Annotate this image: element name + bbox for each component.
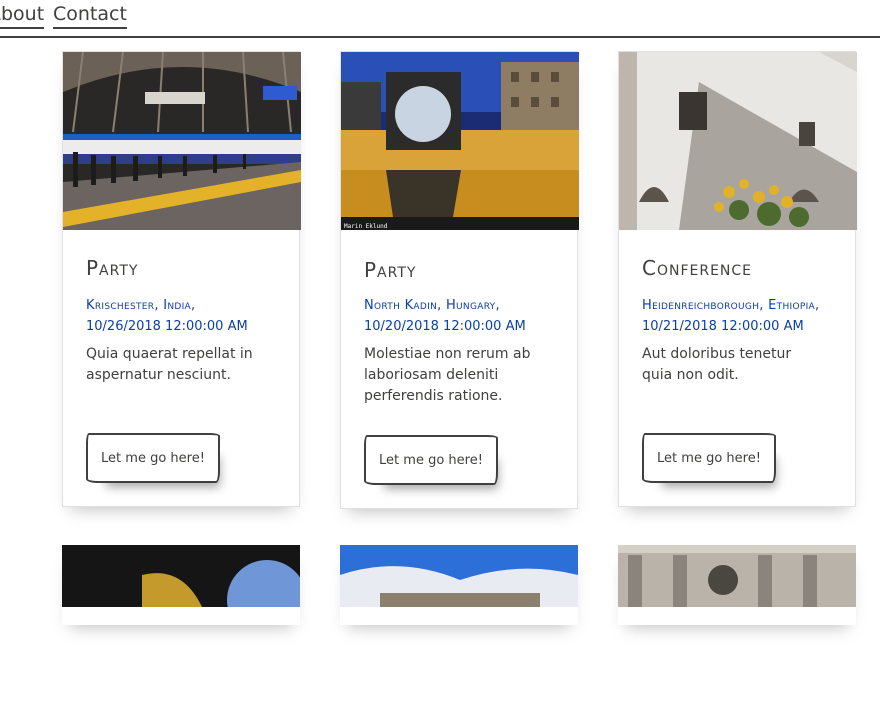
- event-photo-partial: [62, 545, 300, 723]
- event-location: Krischester, India,: [86, 298, 196, 313]
- event-date: 10/20/2018 12:00:00 AM: [364, 319, 526, 334]
- event-card-partial: [340, 545, 578, 625]
- event-description: Molestiae non rerum ab laboriosam deleni…: [364, 346, 531, 404]
- nav-about-link[interactable]: About: [0, 3, 45, 29]
- event-photo-courtyard-building: [619, 52, 857, 230]
- event-date: 10/26/2018 12:00:00 AM: [86, 319, 248, 334]
- let-me-go-button[interactable]: Let me go here!: [364, 435, 498, 485]
- event-card: Party Krischester, India, 10/26/2018 12:…: [62, 51, 301, 507]
- event-title: Party: [364, 258, 417, 282]
- event-photo-train-station: [63, 52, 301, 230]
- top-nav: About Contact: [0, 0, 880, 38]
- event-location: North Kadin, Hungary,: [364, 298, 500, 313]
- let-me-go-button[interactable]: Let me go here!: [86, 433, 220, 483]
- event-location-date: Krischester, India, 10/26/2018 12:00:00 …: [86, 295, 291, 337]
- event-description: Aut doloribus tenetur quia non odit.: [642, 346, 792, 383]
- let-me-go-button[interactable]: Let me go here!: [642, 433, 776, 483]
- event-card-partial: [62, 545, 300, 625]
- event-title: Conference: [642, 256, 753, 280]
- event-location-date: North Kadin, Hungary, 10/20/2018 12:00:0…: [364, 295, 569, 337]
- nav-contact-link[interactable]: Contact: [53, 3, 127, 29]
- photo-credit-text: Marin Eklund: [344, 223, 388, 230]
- event-card: Marin Eklund Party North Kadin, Hungary,…: [340, 51, 579, 509]
- event-title: Party: [86, 256, 139, 280]
- event-card-partial: [618, 545, 856, 625]
- event-date: 10/21/2018 12:00:00 AM: [642, 319, 804, 334]
- event-description: Quia quaerat repellat in aspernatur nesc…: [86, 346, 253, 383]
- event-photo-partial: [618, 545, 856, 723]
- event-location: Heidenreichborough, Ethiopia,: [642, 298, 820, 313]
- event-photo-partial: [340, 545, 578, 723]
- event-card: Conference Heidenreichborough, Ethiopia,…: [618, 51, 857, 507]
- event-location-date: Heidenreichborough, Ethiopia, 10/21/2018…: [642, 295, 847, 337]
- event-photo-plaza-sculpture: Marin Eklund: [341, 52, 579, 230]
